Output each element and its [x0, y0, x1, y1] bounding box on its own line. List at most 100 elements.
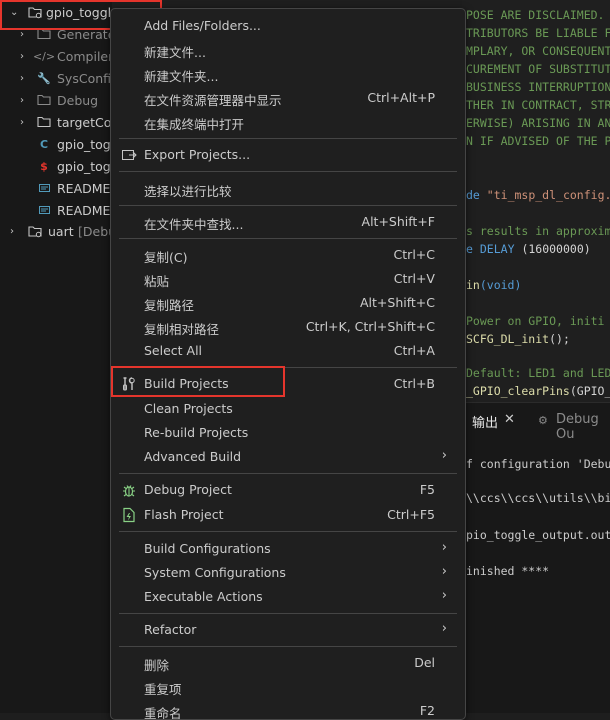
code-line: TRIBUTORS BE LIABLE F — [466, 26, 610, 40]
readme-icon — [37, 203, 51, 217]
code-line-main: in(void) — [466, 278, 521, 292]
menu-item-build-configurations[interactable]: Build Configurations › — [111, 537, 465, 561]
menu-item-copy-path[interactable]: 复制路径 Alt+Shift+C — [111, 291, 465, 315]
menu-item-executable-actions[interactable]: Executable Actions › — [111, 585, 465, 609]
menu-item-label: 选择以进行比较 — [144, 184, 232, 199]
menu-separator — [119, 531, 457, 532]
menu-item-label: 在文件夹中查找... — [144, 217, 244, 232]
code-comment: Power on GPIO, initi — [466, 314, 605, 328]
menu-item-reveal-in-explorer[interactable]: 在文件资源管理器中显示 Ctrl+Alt+P — [111, 86, 465, 110]
menu-separator — [119, 205, 457, 206]
chevron-right-icon[interactable]: › — [20, 73, 24, 84]
menu-item-label: Clean Projects — [144, 401, 233, 416]
syscfg-file-icon: $ — [40, 159, 48, 173]
tree-item-targetconfigs[interactable]: › targetCon — [0, 111, 112, 133]
menu-item-shortcut: Ctrl+V — [393, 271, 435, 286]
code-keyword: de — [466, 188, 480, 202]
folder-project-icon — [28, 224, 42, 238]
code-function: SCFG_DL_init — [466, 332, 550, 346]
code-punct: (GPIO_ — [569, 384, 610, 398]
menu-item-label: Export Projects... — [144, 147, 251, 162]
menu-item-label: 复制相对路径 — [144, 322, 220, 337]
menu-item-find-in-folder[interactable]: 在文件夹中查找... Alt+Shift+F — [111, 210, 465, 234]
tree-item-uart-project[interactable]: › uart [Debu — [0, 220, 112, 242]
menu-item-copy[interactable]: 复制(C) Ctrl+C — [111, 243, 465, 267]
menu-item-shortcut: Ctrl+Alt+P — [367, 90, 435, 105]
tree-item-readme[interactable]: README. — [0, 199, 112, 221]
tree-item-syscfg-file[interactable]: $ gpio_tog — [0, 155, 112, 177]
menu-item-label: 在集成终端中打开 — [144, 117, 245, 132]
tree-item-label: targetCon — [57, 114, 112, 130]
menu-item-delete[interactable]: 删除 Del — [111, 651, 465, 675]
debug-bug-icon — [121, 482, 137, 498]
menu-item-label: Advanced Build — [144, 449, 242, 464]
menu-item-rebuild-projects[interactable]: Re-build Projects — [111, 421, 465, 445]
menu-item-label: 新建文件... — [144, 45, 206, 60]
menu-item-advanced-build[interactable]: Advanced Build › — [111, 445, 465, 469]
menu-item-label: Add Files/Folders... — [144, 18, 261, 33]
tree-item-readme[interactable]: README. — [0, 177, 112, 199]
chevron-right-icon: › — [441, 564, 447, 579]
debug-bug-icon[interactable]: ⚙ — [538, 414, 548, 427]
output-panel[interactable]: f configuration 'Debu \\ccs\\ccs\\utils\… — [462, 438, 610, 713]
code-string: "ti_msp_dl_config. — [486, 188, 610, 202]
chevron-right-icon[interactable]: › — [20, 51, 24, 62]
menu-item-label: Refactor — [144, 622, 197, 637]
chevron-right-icon[interactable]: › — [10, 226, 14, 237]
menu-item-select-all[interactable]: Select All Ctrl+A — [111, 339, 465, 363]
tree-item-c-file[interactable]: C gpio_tog — [0, 133, 112, 155]
menu-separator — [119, 646, 457, 647]
chevron-right-icon[interactable]: › — [20, 95, 24, 106]
tree-item-label: uart — [48, 223, 74, 239]
tree-item-compiler[interactable]: › </> Compiler — [0, 45, 112, 67]
menu-item-flash-project[interactable]: Flash Project Ctrl+F5 — [111, 503, 465, 527]
tree-item-label: README. — [57, 202, 112, 218]
menu-item-shortcut: F5 — [419, 482, 435, 497]
menu-item-clean-projects[interactable]: Clean Projects — [111, 397, 465, 421]
c-file-icon: C — [39, 137, 49, 151]
menu-item-duplicate[interactable]: 重复项 — [111, 675, 465, 699]
menu-item-open-in-terminal[interactable]: 在集成终端中打开 — [111, 110, 465, 134]
context-menu: Add Files/Folders... 新建文件... 新建文件夹... 在文… — [110, 8, 466, 720]
menu-item-select-for-compare[interactable]: 选择以进行比较 — [111, 177, 465, 201]
menu-item-shortcut: Del — [414, 655, 435, 670]
code-line: BUSINESS INTERRUPTION — [466, 80, 610, 94]
menu-item-refactor[interactable]: Refactor › — [111, 618, 465, 642]
menu-item-rename[interactable]: 重命名 F2 — [111, 699, 465, 719]
menu-item-label: Executable Actions — [144, 589, 263, 604]
code-line-define: e DELAY (16000000) — [466, 242, 591, 256]
close-icon[interactable]: ✕ — [504, 412, 515, 427]
menu-item-paste[interactable]: 粘贴 Ctrl+V — [111, 267, 465, 291]
tree-item-label: Debug — [57, 92, 99, 108]
code-line: THER IN CONTRACT, STR — [466, 98, 610, 112]
menu-item-add-files[interactable]: Add Files/Folders... — [111, 14, 465, 38]
menu-item-system-configurations[interactable]: System Configurations › — [111, 561, 465, 585]
code-value: (16000000) — [521, 242, 591, 256]
menu-item-copy-relative-path[interactable]: 复制相对路径 Ctrl+K, Ctrl+Shift+C — [111, 315, 465, 339]
code-args: (void) — [479, 278, 522, 292]
menu-item-label: 粘贴 — [144, 274, 170, 289]
menu-item-export-projects[interactable]: Export Projects... — [111, 143, 465, 167]
tree-item-label: gpio_tog — [57, 158, 111, 174]
menu-item-shortcut: Ctrl+K, Ctrl+Shift+C — [305, 319, 435, 334]
output-line: inished **** — [466, 564, 550, 578]
tab-output[interactable]: 输出 — [472, 412, 498, 431]
folder-icon — [37, 93, 51, 107]
tree-item-label: SysConfig — [57, 70, 112, 86]
chevron-right-icon[interactable]: › — [20, 29, 24, 40]
menu-item-shortcut: F2 — [419, 703, 435, 718]
menu-item-shortcut: Ctrl+C — [393, 247, 435, 262]
menu-item-label: Build Configurations — [144, 541, 271, 556]
menu-separator — [119, 473, 457, 474]
menu-item-new-folder[interactable]: 新建文件夹... — [111, 62, 465, 86]
code-comment: Default: LED1 and LED — [466, 366, 610, 380]
menu-item-shortcut: Alt+Shift+F — [361, 214, 435, 229]
tree-item-sysconfig[interactable]: › 🔧 SysConfig — [0, 67, 112, 89]
output-line: pio_toggle_output.out — [466, 528, 610, 542]
menu-item-label: Select All — [144, 343, 203, 358]
tree-item-debug[interactable]: › Debug — [0, 89, 112, 111]
chevron-right-icon[interactable]: › — [20, 117, 24, 128]
menu-item-debug-project[interactable]: Debug Project F5 — [111, 478, 465, 502]
menu-item-new-file[interactable]: 新建文件... — [111, 38, 465, 62]
panel-tab-bar: 输出 ✕ ⚙ Debug Ou — [462, 402, 610, 442]
